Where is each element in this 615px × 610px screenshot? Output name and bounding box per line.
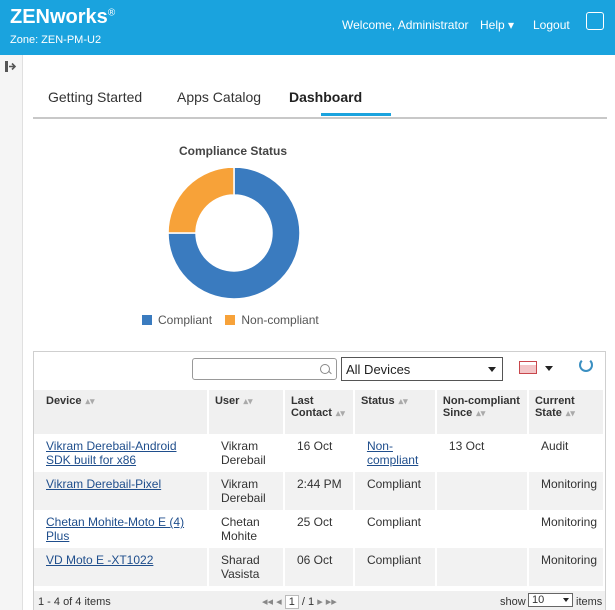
legend-swatch-compliant	[142, 315, 152, 325]
item-count: 1 - 4 of 4 items	[38, 596, 111, 608]
last-contact-cell: 25 Oct	[285, 510, 355, 548]
user-cell: Vikram Derebail	[209, 434, 285, 472]
col-current-state[interactable]: Current State ▴▾	[528, 390, 605, 434]
last-contact-cell: 2:44 PM	[284, 472, 355, 510]
table-row: Vikram Derebail-Android SDK built for x8…	[34, 434, 605, 472]
last-contact-cell: 06 Oct	[284, 548, 355, 586]
legend-label-noncompliant: Non-compliant	[241, 313, 319, 327]
status-cell: Compliant	[355, 510, 437, 548]
col-user[interactable]: User ▴▾	[208, 390, 285, 434]
chart-title: Compliance Status	[178, 144, 288, 158]
pager: ◂◂ ◂ 1 / 1 ▸ ▸▸	[262, 595, 337, 609]
page-input[interactable]: 1	[284, 595, 299, 609]
chevron-down-icon[interactable]	[545, 366, 553, 371]
status-link[interactable]: Non-compliant	[367, 439, 418, 467]
since-cell: 13 Oct	[437, 434, 529, 472]
app-header: ZENworks® Zone: ZEN-PM-U2 Welcome, Admin…	[0, 0, 615, 55]
status-cell: Compliant	[354, 548, 437, 586]
first-page-icon[interactable]: ◂◂	[262, 596, 273, 608]
logout-link[interactable]: Logout	[533, 18, 570, 32]
search-icon[interactable]	[586, 12, 604, 30]
next-page-icon[interactable]: ▸	[317, 596, 323, 608]
user-cell: Chetan Mohite	[209, 510, 285, 548]
zenworks-logo[interactable]: ZENworks®	[10, 6, 115, 29]
status-cell: Compliant	[354, 472, 437, 510]
since-cell	[437, 510, 529, 548]
state-cell: Monitoring	[529, 510, 605, 548]
col-last-contact[interactable]: Last Contact ▴▾	[284, 390, 355, 434]
page-size-select[interactable]: 10	[528, 593, 573, 607]
device-grid: All Devices Device ▴▾ User ▴▾ Last Contact…	[33, 351, 606, 610]
search-icon	[320, 364, 330, 374]
search-input[interactable]	[192, 358, 337, 380]
tab-apps-catalog[interactable]: Apps Catalog	[177, 89, 261, 105]
chart-legend: Compliant Non-compliant	[142, 313, 319, 327]
device-link[interactable]: Vikram Derebail-Pixel	[46, 477, 161, 491]
device-filter-select[interactable]: All Devices	[341, 357, 503, 381]
show-label: show	[500, 596, 526, 608]
state-cell: Monitoring	[528, 472, 605, 510]
items-label: items	[576, 596, 603, 608]
user-cell: Vikram Derebail	[208, 472, 285, 510]
chevron-down-icon	[488, 367, 496, 372]
last-contact-cell: 16 Oct	[285, 434, 355, 472]
device-link[interactable]: Chetan Mohite-Moto E (4) Plus	[46, 515, 184, 543]
last-page-icon[interactable]: ▸▸	[326, 596, 337, 608]
device-table: Device ▴▾ User ▴▾ Last Contact ▴▾ Status ▴▾ …	[34, 390, 605, 586]
page-total: / 1	[301, 596, 315, 608]
help-menu[interactable]: Help ▾	[480, 18, 514, 32]
refresh-icon[interactable]	[579, 358, 593, 372]
prev-page-icon[interactable]: ◂	[276, 596, 282, 608]
chevron-down-icon	[563, 598, 569, 602]
active-tab-indicator	[321, 113, 391, 116]
column-chooser-icon[interactable]	[519, 361, 537, 374]
device-link[interactable]: VD Moto E -XT1022	[46, 553, 153, 567]
user-cell: Sharad Vasista	[208, 548, 285, 586]
legend-label-compliant: Compliant	[158, 313, 213, 327]
col-device[interactable]: Device ▴▾	[34, 390, 209, 434]
expand-sidebar-icon	[5, 61, 17, 72]
state-cell: Monitoring	[528, 548, 605, 586]
col-noncompliant-since[interactable]: Non-compliant Since ▴▾	[436, 390, 529, 434]
sidebar-toggle[interactable]	[0, 55, 23, 610]
table-row: Chetan Mohite-Moto E (4) Plus Chetan Moh…	[34, 510, 605, 548]
compliance-donut-chart	[167, 168, 301, 300]
welcome-text: Welcome, Administrator	[342, 18, 469, 32]
tab-dashboard[interactable]: Dashboard	[289, 89, 362, 105]
device-link[interactable]: Vikram Derebail-Android SDK built for x8…	[46, 439, 177, 467]
donut-slice-non-compliant[interactable]	[167, 168, 235, 234]
table-row: VD Moto E -XT1022 Sharad Vasista 06 Oct …	[34, 548, 605, 586]
legend-swatch-noncompliant	[225, 315, 236, 325]
grid-footer: 1 - 4 of 4 items ◂◂ ◂ 1 / 1 ▸ ▸▸ show 10…	[34, 591, 605, 610]
state-cell: Audit	[529, 434, 605, 472]
tab-bar: Getting Started Apps Catalog Dashboard	[33, 75, 607, 119]
tab-getting-started[interactable]: Getting Started	[48, 89, 142, 105]
col-status[interactable]: Status ▴▾	[354, 390, 437, 434]
since-cell	[436, 548, 529, 586]
table-row: Vikram Derebail-Pixel Vikram Derebail 2:…	[34, 472, 605, 510]
since-cell	[436, 472, 529, 510]
zone-label: Zone: ZEN-PM-U2	[10, 34, 102, 46]
